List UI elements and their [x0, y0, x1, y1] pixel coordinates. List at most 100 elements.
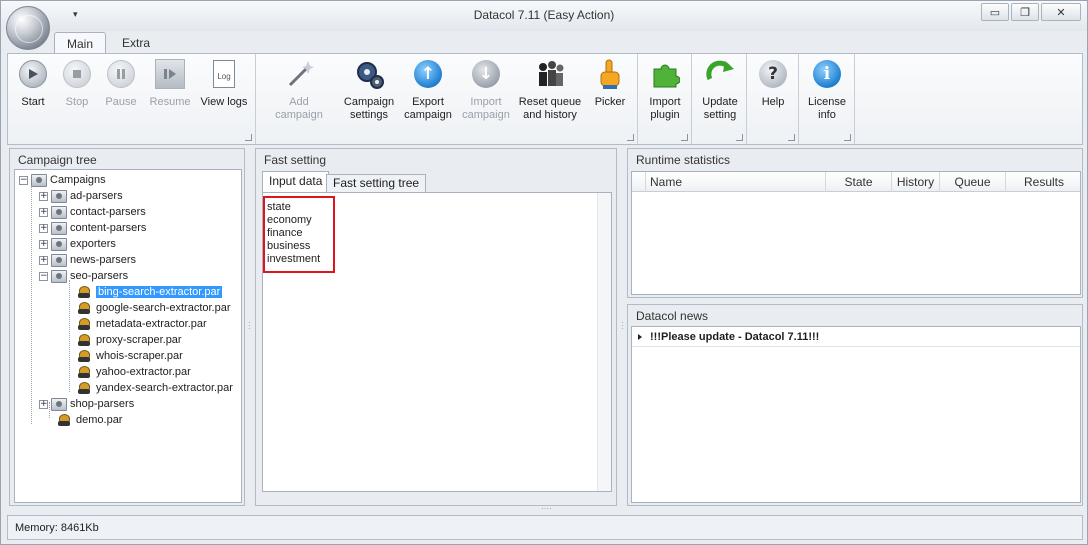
expand-icon[interactable]: +: [39, 223, 48, 233]
run-group-launcher-icon[interactable]: [245, 134, 252, 141]
close-button[interactable]: ✕: [1041, 3, 1081, 21]
tree-node-par-file[interactable]: proxy-scraper.par: [77, 332, 182, 348]
folder-icon: [51, 397, 67, 411]
expand-arrow-icon[interactable]: [632, 327, 646, 347]
log-icon-text: Log: [217, 72, 231, 81]
tree-node-contact-parsers[interactable]: + contact-parsers: [39, 204, 146, 220]
tree-node-label: whois-scraper.par: [96, 350, 183, 362]
campaign-settings-label-2: settings: [350, 109, 388, 121]
campaign-settings-button[interactable]: Campaign settings: [340, 58, 398, 122]
update-group-launcher-icon[interactable]: [736, 134, 743, 141]
ribbon-group-campaign: Add campaign Campaign settings ↑ Export …: [256, 54, 638, 144]
add-campaign-button[interactable]: Add campaign: [264, 58, 334, 122]
column-queue[interactable]: Queue: [940, 172, 1006, 192]
tree-node-exporters[interactable]: + exporters: [39, 236, 116, 252]
import-campaign-button[interactable]: ↓ Import campaign: [460, 58, 512, 122]
campaign-group-launcher-icon[interactable]: [627, 134, 634, 141]
splitter-grip-bottom[interactable]: ····: [541, 505, 552, 513]
tab-fast-setting-tree[interactable]: Fast setting tree: [326, 174, 427, 192]
column-history[interactable]: History: [892, 172, 940, 192]
help-question-icon: ?: [757, 58, 789, 90]
license-info-label-2: info: [818, 109, 836, 121]
collapse-icon[interactable]: −: [39, 271, 48, 281]
tree-node-shop-parsers[interactable]: + shop-parsers: [39, 396, 134, 412]
ribbon-group-license: i License info: [799, 54, 855, 144]
update-setting-label-1: Update: [702, 96, 738, 108]
ribbon-group-help: ? Help: [747, 54, 799, 144]
minimize-button[interactable]: ▭: [981, 3, 1009, 21]
export-campaign-button[interactable]: ↑ Export campaign: [402, 58, 454, 122]
tree-node-label: news-parsers: [70, 254, 137, 266]
maximize-button[interactable]: ❐: [1011, 3, 1039, 21]
runtime-statistics-grid[interactable]: Name State History Queue Results: [631, 171, 1081, 295]
column-results[interactable]: Results: [1006, 172, 1082, 192]
expand-icon[interactable]: +: [39, 239, 48, 249]
parser-file-icon: [77, 349, 91, 363]
splitter-grip-left[interactable]: · · ·: [248, 319, 251, 333]
info-icon: i: [811, 58, 843, 90]
help-group-launcher-icon[interactable]: [788, 134, 795, 141]
pause-button[interactable]: Pause: [103, 58, 139, 109]
picker-button[interactable]: Picker: [590, 58, 630, 109]
license-info-button[interactable]: i License info: [803, 58, 851, 122]
input-data-textarea[interactable]: state economy finance business investmen…: [262, 192, 612, 492]
stop-button[interactable]: Stop: [60, 58, 94, 109]
tree-node-par-file[interactable]: yandex-search-extractor.par: [77, 380, 233, 396]
license-info-label-1: License: [808, 96, 846, 108]
app-menu-globe-icon[interactable]: [6, 6, 50, 50]
stop-icon: [61, 58, 93, 90]
scrollbar-vertical[interactable]: [597, 193, 611, 491]
tab-main[interactable]: Main: [54, 32, 107, 54]
help-label: Help: [761, 96, 785, 108]
parser-file-icon: [77, 285, 91, 299]
license-group-launcher-icon[interactable]: [844, 134, 851, 141]
news-list[interactable]: !!!Please update - Datacol 7.11!!!: [631, 326, 1081, 503]
tree-node-ad-parsers[interactable]: + ad-parsers: [39, 188, 123, 204]
tree-node-label: Campaigns: [50, 174, 106, 186]
close-icon: ✕: [1056, 6, 1066, 19]
tree-node-campaigns[interactable]: − Campaigns: [19, 172, 106, 188]
reset-queue-label-2: and history: [523, 109, 577, 121]
tree-node-content-parsers[interactable]: + content-parsers: [39, 220, 146, 236]
column-state[interactable]: State: [826, 172, 892, 192]
parser-file-icon: [57, 413, 71, 427]
datacol-news-title: Datacol news: [636, 309, 709, 323]
expand-icon[interactable]: +: [39, 255, 48, 265]
tree-node-par-file[interactable]: whois-scraper.par: [77, 348, 183, 364]
expand-icon[interactable]: +: [39, 191, 48, 201]
help-button[interactable]: ? Help: [753, 58, 793, 109]
plugin-group-launcher-icon[interactable]: [681, 134, 688, 141]
tree-connector: [69, 280, 70, 392]
tab-extra[interactable]: Extra: [110, 32, 162, 54]
tree-node-label: ad-parsers: [70, 190, 123, 202]
resume-button[interactable]: Resume: [148, 58, 192, 109]
import-plugin-button[interactable]: Import plugin: [642, 58, 688, 122]
stop-label: Stop: [65, 96, 89, 108]
tree-node-demo-par[interactable]: demo.par: [57, 412, 122, 428]
tree-node-seo-parsers[interactable]: − seo-parsers: [39, 268, 128, 284]
expand-icon[interactable]: +: [39, 207, 48, 217]
campaign-tree[interactable]: − Campaigns + ad-parsers + contact-parse…: [14, 169, 242, 503]
campaign-settings-label-1: Campaign: [343, 96, 395, 108]
reset-queue-button[interactable]: Reset queue and history: [518, 58, 582, 122]
tree-node-label: google-search-extractor.par: [96, 302, 231, 314]
splitter-grip-right[interactable]: · · ·: [621, 319, 624, 333]
news-item[interactable]: !!!Please update - Datacol 7.11!!!: [632, 327, 1080, 347]
tree-connector: [31, 184, 32, 424]
tree-node-par-file[interactable]: bing-search-extractor.par: [77, 284, 223, 300]
tab-input-data[interactable]: Input data: [262, 171, 330, 192]
update-setting-button[interactable]: Update setting: [696, 58, 744, 122]
tree-node-par-file[interactable]: google-search-extractor.par: [77, 300, 231, 316]
collapse-icon[interactable]: −: [19, 175, 28, 185]
datacol-news-panel: Datacol news !!!Please update - Datacol …: [627, 304, 1083, 506]
ribbon-tab-row: Main Extra: [1, 31, 1087, 54]
view-logs-button[interactable]: Log View logs: [198, 58, 250, 109]
tree-node-news-parsers[interactable]: + news-parsers: [39, 252, 136, 268]
expand-icon[interactable]: +: [39, 399, 48, 409]
column-name[interactable]: Name: [646, 172, 826, 192]
import-plugin-label-1: Import: [649, 96, 681, 108]
tree-node-par-file[interactable]: metadata-extractor.par: [77, 316, 207, 332]
tree-node-par-file[interactable]: yahoo-extractor.par: [77, 364, 191, 380]
start-button[interactable]: Start: [16, 58, 50, 109]
grid-header: Name State History Queue Results: [632, 172, 1080, 192]
